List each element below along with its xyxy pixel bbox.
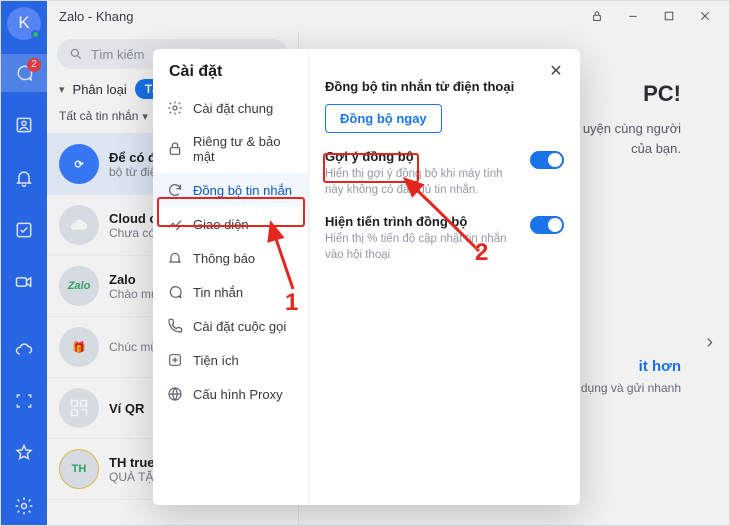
settings-item-proxy[interactable]: Cấu hình Proxy: [153, 377, 308, 411]
app-window: Zalo - Khang K 2 Tìm kiếm ▾ Phân loại: [0, 0, 730, 526]
settings-item-message[interactable]: Tin nhắn: [153, 275, 308, 309]
toggle-suggest-sync[interactable]: [530, 151, 564, 169]
close-icon[interactable]: ✕: [542, 57, 570, 85]
settings-item-sync[interactable]: Đồng bộ tin nhắn: [153, 173, 308, 207]
settings-modal: Cài đặt Cài đặt chung Riêng tư & bảo mật…: [153, 49, 580, 505]
settings-panel: ✕ Đồng bộ tin nhắn từ điện thoại Đồng bộ…: [309, 49, 580, 505]
settings-item-ui[interactable]: Giao diện: [153, 207, 308, 241]
option-suggest-sync: Gợi ý đồng bộ Hiển thị gợi ý đồng bộ khi…: [325, 149, 564, 198]
settings-item-calls[interactable]: Cài đặt cuộc gọi: [153, 309, 308, 343]
settings-item-notify[interactable]: Thông báo: [153, 241, 308, 275]
settings-sidebar: Cài đặt Cài đặt chung Riêng tư & bảo mật…: [153, 49, 309, 505]
sync-now-button[interactable]: Đồng bộ ngay: [325, 104, 442, 133]
settings-item-privacy[interactable]: Riêng tư & bảo mật: [153, 125, 308, 173]
settings-item-util[interactable]: Tiện ích: [153, 343, 308, 377]
settings-item-general[interactable]: Cài đặt chung: [153, 91, 308, 125]
toggle-show-progress[interactable]: [530, 216, 564, 234]
section-title: Đồng bộ tin nhắn từ điện thoại: [325, 79, 564, 94]
settings-title: Cài đặt: [153, 63, 308, 91]
option-show-progress: Hiện tiến trình đồng bộ Hiển thị % tiến …: [325, 214, 564, 263]
